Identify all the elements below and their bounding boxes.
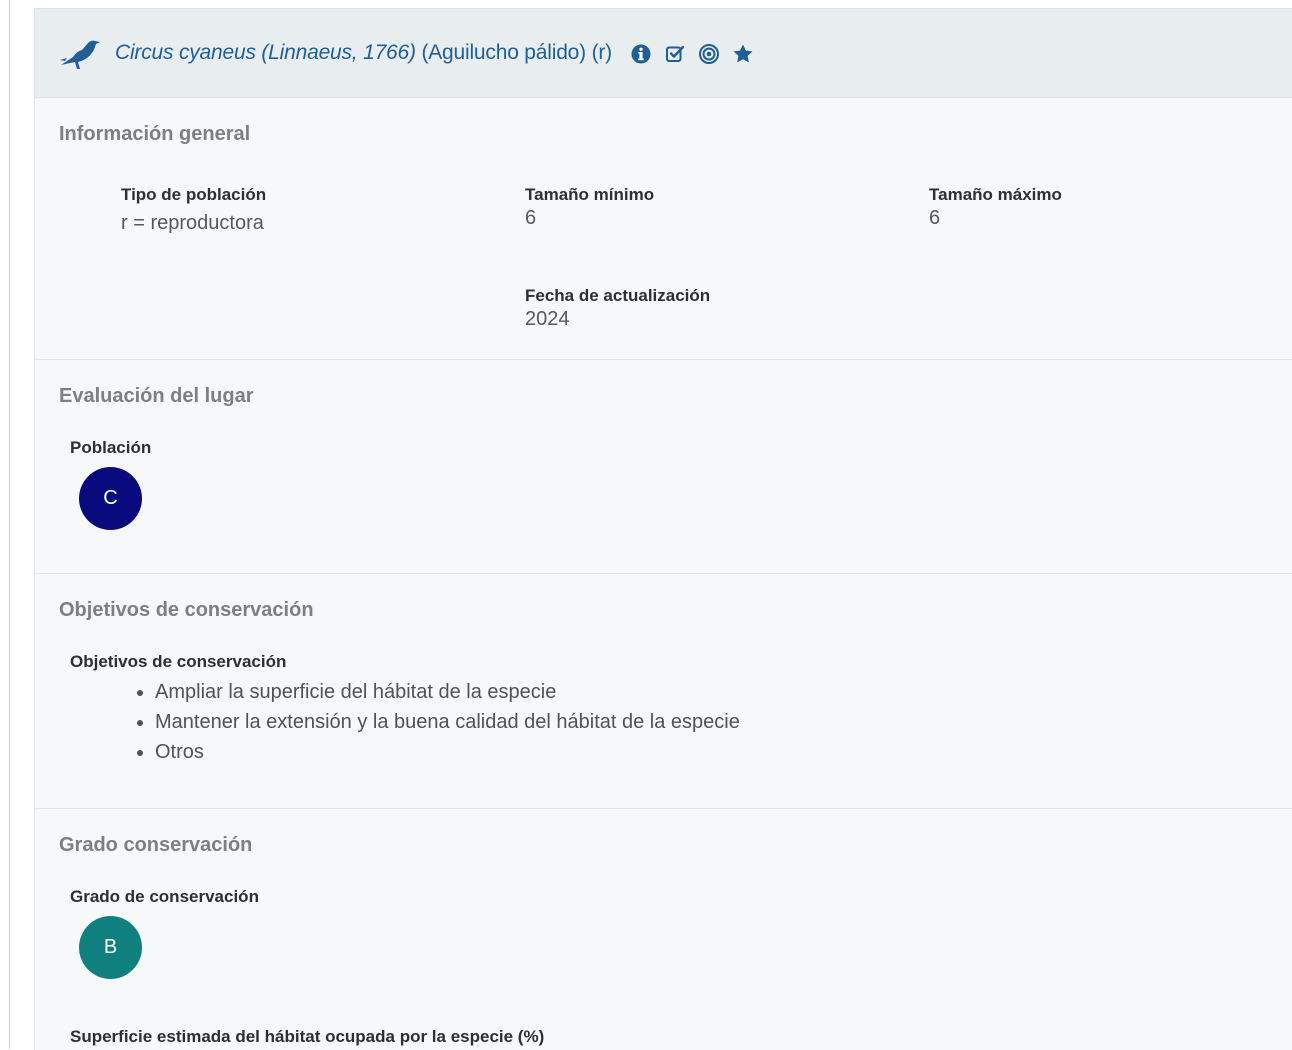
info-icon[interactable] [630,43,652,65]
population-type-label: Tipo de población [121,185,267,204]
star-icon[interactable] [732,43,754,65]
objectives-label: Objetivos de conservación [70,652,287,671]
min-size-value: 6 [525,207,537,229]
header-icons [630,42,766,66]
section-conservation: Grado conservación Grado de conservación… [35,809,1292,1050]
scientific-name: Circus cyaneus (Linnaeus, 1766) [115,41,416,64]
population-grade-badge: C [79,467,142,530]
update-date-label: Fecha de actualización [525,286,711,305]
section-general: Información general Tipo de población r … [35,98,1292,360]
common-name: (Aguilucho pálido) (r) [415,41,612,64]
bird-icon [60,40,100,69]
update-date-value: 2024 [525,308,570,330]
max-size-label: Tamaño máximo [929,185,1062,204]
species-card: Circus cyaneus (Linnaeus, 1766) (Aguiluc… [34,8,1292,1050]
objectives-list: Ampliar la superficie del hábitat de la … [131,677,740,767]
list-item: Mantener la extensión y la buena calidad… [155,707,740,737]
list-item: Ampliar la superficie del hábitat de la … [155,677,740,707]
population-type-value: r = reproductora [121,212,264,234]
conservation-grade-label: Grado de conservación [70,887,259,906]
target-icon[interactable] [698,43,720,65]
section-title-objectives: Objetivos de conservación [59,599,314,621]
section-title-conservation: Grado conservación [59,834,253,856]
section-title-evaluation: Evaluación del lugar [59,385,254,407]
habitat-surface-label: Superficie estimada del hábitat ocupada … [70,1027,545,1046]
population-label: Población [70,438,152,457]
species-title[interactable]: Circus cyaneus (Linnaeus, 1766) (Aguiluc… [115,41,612,65]
section-title-general: Información general [59,123,251,145]
conservation-grade-badge: B [79,916,142,979]
min-size-label: Tamaño mínimo [525,185,655,204]
checkbox-icon[interactable] [664,43,686,65]
section-objectives: Objetivos de conservación Objetivos de c… [35,574,1292,809]
species-header: Circus cyaneus (Linnaeus, 1766) (Aguiluc… [35,9,1292,98]
page-border-line [9,0,10,1049]
max-size-value: 6 [929,207,941,229]
list-item: Otros [155,737,740,767]
section-evaluation: Evaluación del lugar Población C [35,360,1292,574]
